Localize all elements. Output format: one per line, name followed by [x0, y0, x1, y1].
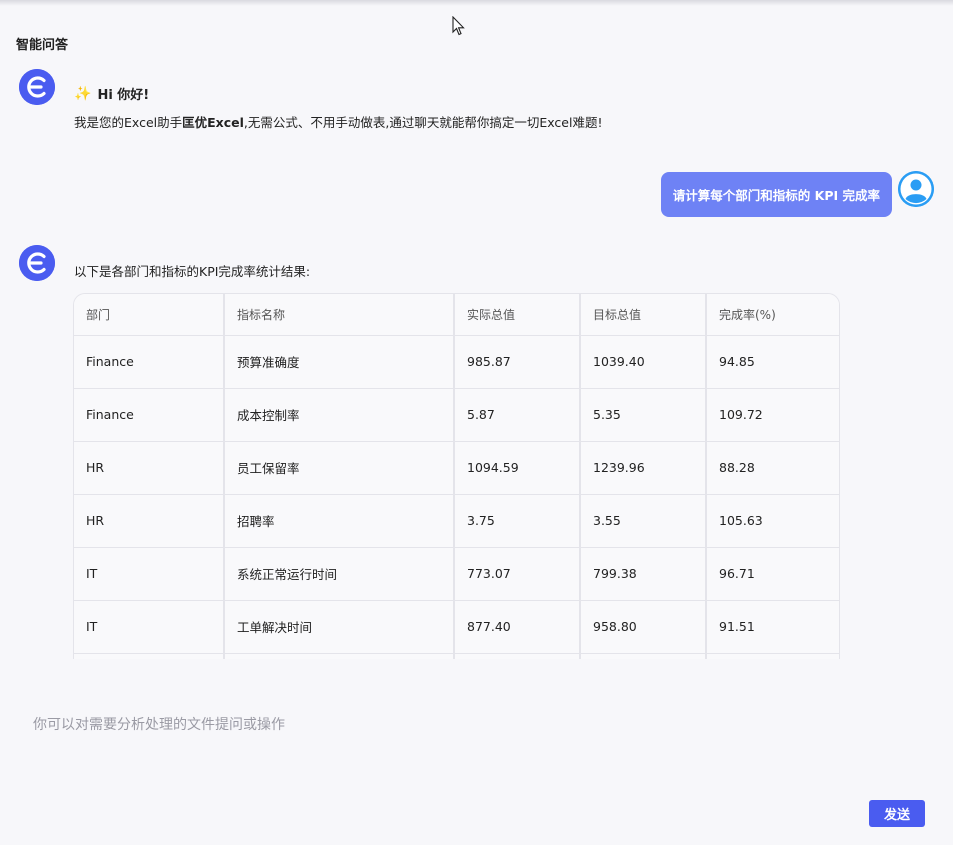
user-avatar	[898, 171, 934, 207]
table-cell: 1094.59	[454, 441, 581, 495]
table-row: Finance 预算准确度 985.87 1039.40 94.85	[74, 335, 839, 389]
table-cell: Finance	[74, 335, 225, 389]
brand-name: 匡优Excel	[182, 115, 244, 130]
table-cell: 109.72	[706, 388, 839, 442]
table-cell: 工单解决时间	[224, 600, 455, 654]
answer-intro: 以下是各部门和指标的KPI完成率统计结果:	[74, 264, 311, 279]
column-header: 部门	[74, 294, 225, 336]
table-cell: 3.55	[580, 494, 707, 548]
table-cell: 91.51	[706, 600, 839, 654]
assistant-logo-icon	[19, 69, 55, 105]
assistant-logo-icon	[19, 245, 55, 281]
table-cell: IT	[74, 600, 225, 654]
user-message-bubble: 请计算每个部门和指标的 KPI 完成率	[660, 172, 892, 217]
table-cell: 5.35	[580, 388, 707, 442]
page-title: 智能问答	[16, 38, 69, 53]
table-row: IT 系统正常运行时间 773.07 799.38 96.71	[74, 547, 839, 601]
table-cell: 员工保留率	[224, 441, 455, 495]
greeting-intro-suffix: ,无需公式、不用手动做表,通过聊天就能帮你搞定一切Excel难题!	[243, 115, 603, 130]
greeting-heading: ✨ Hi 你好!	[74, 84, 150, 104]
table-cell: 3.75	[454, 494, 581, 548]
table-row: HR 招聘率 3.75 3.55 105.63	[74, 494, 839, 548]
table-cell	[580, 653, 707, 659]
kpi-table: 部门 指标名称 实际总值 目标总值 完成率(%) Finance 预算准确度 9…	[74, 294, 839, 659]
table-cell: 94.85	[706, 335, 839, 389]
table-cell: 1039.40	[580, 335, 707, 389]
sparkle-icon: ✨	[74, 85, 92, 102]
table-cell: 96.71	[706, 547, 839, 601]
table-cell: HR	[74, 441, 225, 495]
table-row: IT 工单解决时间 877.40 958.80 91.51	[74, 600, 839, 654]
table-cell: 88.28	[706, 441, 839, 495]
table-cell: 958.80	[580, 600, 707, 654]
table-cell	[224, 653, 455, 659]
table-cell: 985.87	[454, 335, 581, 389]
send-button[interactable]: 发送	[869, 800, 925, 827]
table-cell: Finance	[74, 388, 225, 442]
kpi-result-table[interactable]: 部门 指标名称 实际总值 目标总值 完成率(%) Finance 预算准确度 9…	[73, 293, 840, 659]
table-header-row: 部门 指标名称 实际总值 目标总值 完成率(%)	[74, 294, 839, 336]
mouse-cursor-icon	[452, 16, 465, 36]
table-cell: 773.07	[454, 547, 581, 601]
greeting-hi: Hi 你好!	[97, 88, 150, 103]
table-cell: 5.87	[454, 388, 581, 442]
user-icon	[898, 171, 934, 207]
greeting-intro: 我是您的Excel助手匡优Excel,无需公式、不用手动做表,通过聊天就能帮你搞…	[74, 112, 602, 131]
table-cell	[454, 653, 581, 659]
table-cell: HR	[74, 494, 225, 548]
table-row	[74, 653, 839, 659]
table-cell	[74, 653, 225, 659]
table-cell: 招聘率	[224, 494, 455, 548]
greeting-intro-prefix: 我是您的Excel助手	[74, 115, 183, 130]
table-cell: 预算准确度	[224, 335, 455, 389]
assistant-avatar	[19, 245, 55, 281]
column-header: 指标名称	[224, 294, 455, 336]
table-cell: 799.38	[580, 547, 707, 601]
table-cell: IT	[74, 547, 225, 601]
user-message-text: 请计算每个部门和指标的 KPI 完成率	[672, 188, 880, 203]
assistant-avatar	[19, 69, 55, 105]
table-cell: 105.63	[706, 494, 839, 548]
column-header: 目标总值	[580, 294, 707, 336]
column-header: 完成率(%)	[706, 294, 839, 336]
table-cell	[706, 653, 839, 659]
column-header: 实际总值	[454, 294, 581, 336]
table-row: Finance 成本控制率 5.87 5.35 109.72	[74, 388, 839, 442]
question-input[interactable]: 你可以对需要分析处理的文件提问或操作	[33, 714, 285, 734]
table-cell: 877.40	[454, 600, 581, 654]
window-top-edge	[0, 0, 953, 6]
table-cell: 成本控制率	[224, 388, 455, 442]
table-cell: 1239.96	[580, 441, 707, 495]
table-cell: 系统正常运行时间	[224, 547, 455, 601]
table-row: HR 员工保留率 1094.59 1239.96 88.28	[74, 441, 839, 495]
